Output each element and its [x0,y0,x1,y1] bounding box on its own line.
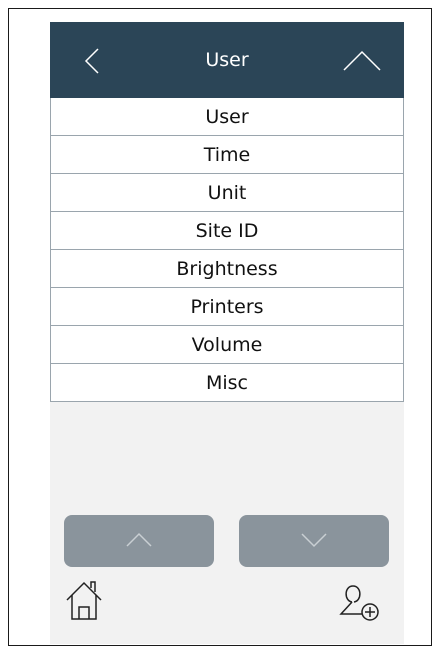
menu-item-volume[interactable]: Volume [51,326,403,364]
scroll-up-button[interactable] [64,515,214,567]
settings-screen: User User Time Unit Site ID Brightness P… [50,22,404,644]
menu-item-brightness[interactable]: Brightness [51,250,403,288]
collapse-button[interactable] [342,48,382,74]
menu-item-unit[interactable]: Unit [51,174,403,212]
home-icon [66,581,102,620]
menu-item-user[interactable]: User [51,98,403,136]
menu-item-printers[interactable]: Printers [51,288,403,326]
chevron-up-icon [126,532,152,547]
chevron-up-icon [343,50,381,71]
menu-item-time[interactable]: Time [51,136,403,174]
home-button[interactable] [64,578,104,622]
scroll-down-button[interactable] [239,515,389,567]
add-user-button[interactable] [339,582,383,624]
header-bar: User [50,22,404,98]
add-user-icon [339,585,379,621]
chevron-down-icon [301,533,327,548]
settings-menu: User Time Unit Site ID Brightness Printe… [50,98,404,402]
menu-item-misc[interactable]: Misc [51,364,403,402]
menu-item-site-id[interactable]: Site ID [51,212,403,250]
